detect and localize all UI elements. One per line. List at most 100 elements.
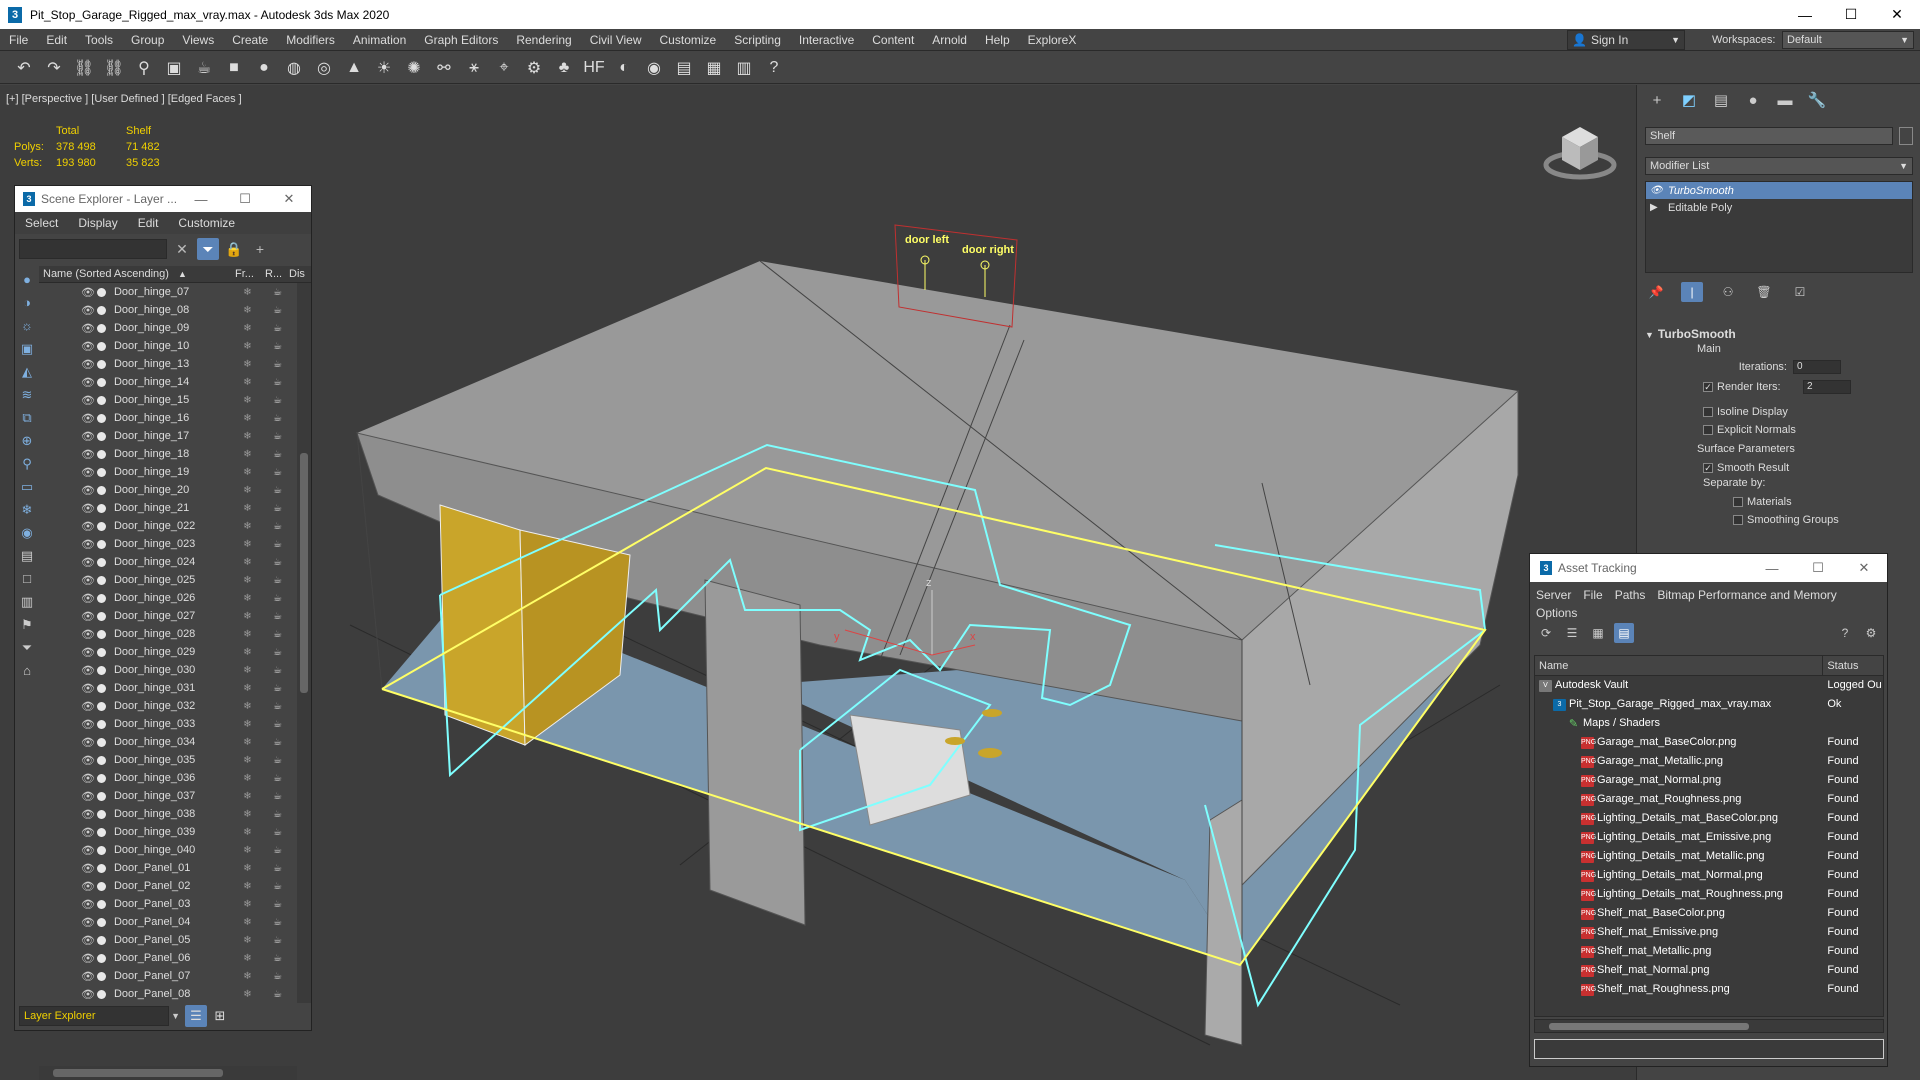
column-name-header[interactable]: Name (Sorted Ascending) ▲ [39,266,235,282]
menu-create[interactable]: Create [223,29,277,51]
table-row[interactable]: 👁 Door_Panel_08 ❄ ☕ [39,985,297,1003]
menu-explorex[interactable]: ExploreX [1019,29,1086,51]
display-containers-icon[interactable]: ▭ [18,478,36,496]
freeze-icon[interactable]: ❄ [243,773,273,784]
list-item[interactable]: PNG Garage_mat_Roughness.png Found [1535,790,1883,809]
asset-menu-paths[interactable]: Paths [1615,586,1646,604]
hf-icon[interactable]: HF [582,56,606,80]
renderable-teapot-icon[interactable]: ☕ [273,539,297,550]
table-row[interactable]: 👁 Door_hinge_034 ❄ ☕ [39,733,297,751]
table-row[interactable]: 👁 Door_hinge_09 ❄ ☕ [39,319,297,337]
table-row[interactable]: 👁 Door_hinge_036 ❄ ☕ [39,769,297,787]
visibility-eye-icon[interactable]: 👁 [81,970,95,983]
link-icon[interactable]: ⛓ [72,56,96,80]
renderable-teapot-icon[interactable]: ☕ [273,413,297,424]
help-icon[interactable]: ? [1835,623,1855,643]
display-all-icon[interactable]: ▤ [18,547,36,565]
sphere-icon[interactable]: ● [252,56,276,80]
configure-modifier-sets-icon[interactable]: ☑ [1789,282,1811,302]
freeze-icon[interactable]: ❄ [243,665,273,676]
renderable-teapot-icon[interactable]: ☕ [273,809,297,820]
horizontal-scrollbar[interactable] [1534,1019,1884,1033]
renderable-teapot-icon[interactable]: ☕ [273,557,297,568]
scene-explorer-window[interactable]: 3 Scene Explorer - Layer ... — ☐ ✕ Selec… [14,185,312,1080]
table-row[interactable]: 👁 Door_hinge_16 ❄ ☕ [39,409,297,427]
list-item[interactable]: PNG Shelf_mat_Roughness.png Found [1535,980,1883,999]
scrollbar-thumb[interactable] [53,1069,223,1077]
visibility-eye-icon[interactable]: 👁 [81,898,95,911]
settings-icon[interactable]: ⚙ [1861,623,1881,643]
menu-modifiers[interactable]: Modifiers [277,29,344,51]
freeze-icon[interactable]: ❄ [243,827,273,838]
table-row[interactable]: 👁 Door_Panel_04 ❄ ☕ [39,913,297,931]
scene-explorer-menu-select[interactable]: Select [15,216,68,230]
freeze-icon[interactable]: ❄ [243,647,273,658]
table-row[interactable]: 👁 Door_hinge_030 ❄ ☕ [39,661,297,679]
column-name-header[interactable]: Name [1535,656,1824,675]
object-color-swatch[interactable] [1899,127,1913,145]
visibility-eye-icon[interactable]: 👁 [81,466,95,479]
renderable-teapot-icon[interactable]: ☕ [273,971,297,982]
list-item[interactable]: PNG Garage_mat_Normal.png Found [1535,771,1883,790]
menu-animation[interactable]: Animation [344,29,415,51]
menu-group[interactable]: Group [122,29,173,51]
display-none-icon[interactable]: □ [18,570,36,588]
renderable-teapot-icon[interactable]: ☕ [273,593,297,604]
renderable-teapot-icon[interactable]: ☕ [273,485,297,496]
list-view-icon[interactable]: ☰ [1562,623,1582,643]
freeze-icon[interactable]: ❄ [243,485,273,496]
display-helpers-icon[interactable]: ◭ [18,363,36,381]
visibility-eye-icon[interactable]: 👁 [81,628,95,641]
freeze-icon[interactable]: ❄ [243,467,273,478]
table-row[interactable]: 👁 Door_hinge_032 ❄ ☕ [39,697,297,715]
freeze-icon[interactable]: ❄ [243,917,273,928]
renderable-teapot-icon[interactable]: ☕ [273,665,297,676]
display-geometry-icon[interactable]: ● [18,271,36,289]
menu-customize[interactable]: Customize [651,29,726,51]
table-row[interactable]: 👁 Door_hinge_024 ❄ ☕ [39,553,297,571]
freeze-icon[interactable]: ❄ [243,809,273,820]
undo-icon[interactable]: ↶ [12,56,36,80]
table-row[interactable]: 👁 Door_Panel_07 ❄ ☕ [39,967,297,985]
visibility-eye-icon[interactable]: 👁 [81,844,95,857]
renderable-teapot-icon[interactable]: ☕ [273,359,297,370]
cone-icon[interactable]: ▲ [342,56,366,80]
asset-menu-bitmap-performance-and-memory[interactable]: Bitmap Performance and Memory [1657,586,1836,604]
display-frozen-icon[interactable]: ❄ [18,501,36,519]
particles-icon[interactable]: ⚯ [432,56,456,80]
freeze-icon[interactable]: ❄ [243,935,273,946]
render-active-icon[interactable]: ▦ [702,56,726,80]
table-row[interactable]: 👁 Door_Panel_05 ❄ ☕ [39,931,297,949]
display-cameras-icon[interactable]: ▣ [18,340,36,358]
refresh-icon[interactable]: ⟳ [1536,623,1556,643]
foliage-icon[interactable]: ♣ [552,56,576,80]
scene-explorer-titlebar[interactable]: 3 Scene Explorer - Layer ... — ☐ ✕ [15,186,311,212]
expand-triangle-icon[interactable]: ▶ [1650,202,1668,213]
menu-tools[interactable]: Tools [76,29,122,51]
unlink-icon[interactable]: ⛓ [102,56,126,80]
column-frozen-header[interactable]: Fr... [235,266,265,282]
display-lights-icon[interactable]: ☼ [18,317,36,335]
list-item[interactable]: ✎ Maps / Shaders [1535,714,1883,733]
clear-search-icon[interactable]: ✕ [171,238,193,260]
freeze-icon[interactable]: ❄ [243,575,273,586]
visibility-eye-icon[interactable]: 👁 [81,916,95,929]
box-icon[interactable]: ■ [222,56,246,80]
table-row[interactable]: 👁 Door_hinge_025 ❄ ☕ [39,571,297,589]
workspaces-select[interactable]: Default ▼ [1782,31,1914,49]
make-unique-icon[interactable]: ⚇ [1717,282,1739,302]
renderable-teapot-icon[interactable]: ☕ [273,881,297,892]
materials-checkbox[interactable] [1733,497,1743,507]
table-row[interactable]: 👁 Door_hinge_13 ❄ ☕ [39,355,297,373]
renderable-teapot-icon[interactable]: ☕ [273,431,297,442]
collapse-icon[interactable]: ⌂ [18,662,36,680]
hierarchy-tab-icon[interactable]: ▤ [1709,88,1733,112]
freeze-icon[interactable]: ❄ [243,593,273,604]
table-view-icon[interactable]: ▤ [1614,623,1634,643]
freeze-icon[interactable]: ❄ [243,737,273,748]
list-item[interactable]: PNG Garage_mat_BaseColor.png Found [1535,733,1883,752]
table-row[interactable]: 👁 Door_hinge_027 ❄ ☕ [39,607,297,625]
menu-file[interactable]: File [0,29,37,51]
visibility-eye-icon[interactable]: 👁 [81,808,95,821]
renderable-teapot-icon[interactable]: ☕ [273,773,297,784]
